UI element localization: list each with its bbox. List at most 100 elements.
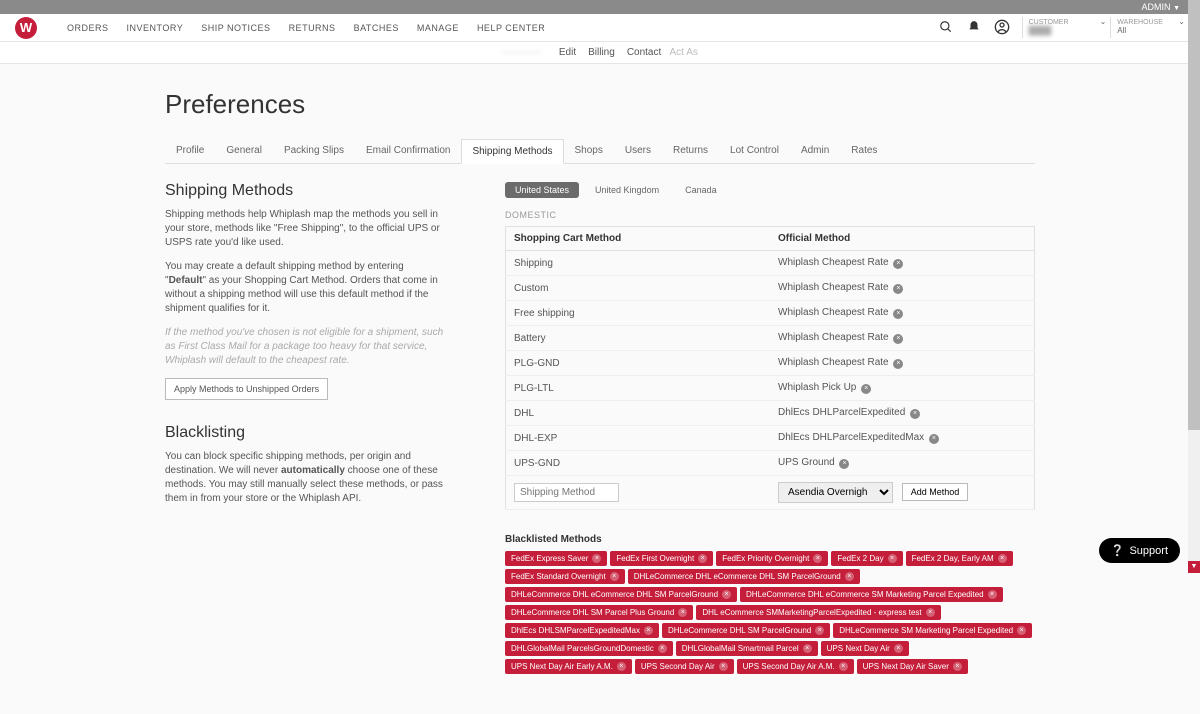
blacklist-tag: DHLGlobalMail ParcelsGroundDomestic×	[505, 641, 673, 656]
remove-tag-icon[interactable]: ×	[888, 554, 897, 563]
remove-tag-icon[interactable]: ×	[1017, 626, 1026, 635]
sub-billing[interactable]: Billing	[588, 47, 615, 58]
shipping-p2: You may create a default shipping method…	[165, 260, 445, 316]
tab-email-confirmation[interactable]: Email Confirmation	[355, 138, 461, 163]
cart-method-cell: Battery	[506, 326, 771, 351]
official-method-cell: Whiplash Cheapest Rate ×	[770, 351, 1035, 376]
remove-tag-icon[interactable]: ×	[698, 554, 707, 563]
blacklist-tag: FedEx 2 Day×	[831, 551, 902, 566]
remove-tag-icon[interactable]: ×	[592, 554, 601, 563]
remove-tag-icon[interactable]: ×	[845, 572, 854, 581]
admin-dropdown-icon[interactable]: ▼	[1173, 5, 1180, 12]
table-row: UPS-GNDUPS Ground ×	[506, 451, 1035, 476]
tab-rates[interactable]: Rates	[840, 138, 888, 163]
remove-method-icon[interactable]: ×	[839, 459, 849, 469]
nav-inventory[interactable]: INVENTORY	[127, 23, 184, 33]
remove-tag-icon[interactable]: ×	[610, 572, 619, 581]
cart-method-cell: DHL-EXP	[506, 426, 771, 451]
table-row: ShippingWhiplash Cheapest Rate ×	[506, 251, 1035, 276]
remove-tag-icon[interactable]: ×	[998, 554, 1007, 563]
account-icon[interactable]	[994, 19, 1010, 35]
remove-method-icon[interactable]: ×	[910, 409, 920, 419]
nav-returns[interactable]: RETURNS	[289, 23, 336, 33]
tab-general[interactable]: General	[215, 138, 273, 163]
remove-method-icon[interactable]: ×	[893, 284, 903, 294]
remove-tag-icon[interactable]: ×	[644, 626, 653, 635]
remove-tag-icon[interactable]: ×	[894, 644, 903, 653]
official-method-cell: Whiplash Cheapest Rate ×	[770, 251, 1035, 276]
context-name: ————	[502, 47, 542, 58]
nav-batches[interactable]: BATCHES	[354, 23, 399, 33]
remove-tag-icon[interactable]: ×	[803, 644, 812, 653]
remove-method-icon[interactable]: ×	[893, 334, 903, 344]
page-title: Preferences	[165, 89, 1035, 120]
tab-admin[interactable]: Admin	[790, 138, 840, 163]
remove-tag-icon[interactable]: ×	[678, 608, 687, 617]
remove-method-icon[interactable]: ×	[893, 359, 903, 369]
customer-selector[interactable]: CUSTOMER ████	[1022, 17, 1092, 37]
sub-header: ———— Edit Billing Contact Act As	[0, 42, 1200, 64]
support-button[interactable]: ❔ Support	[1099, 538, 1180, 563]
search-icon[interactable]	[938, 19, 954, 35]
nav-orders[interactable]: ORDERS	[67, 23, 109, 33]
blacklisted-methods-label: Blacklisted Methods	[505, 534, 1035, 545]
tab-profile[interactable]: Profile	[165, 138, 215, 163]
apply-methods-button[interactable]: Apply Methods to Unshipped Orders	[165, 378, 328, 400]
scrollbar[interactable]: ▲ ▼	[1188, 0, 1200, 573]
tab-lot-control[interactable]: Lot Control	[719, 138, 790, 163]
remove-tag-icon[interactable]: ×	[815, 626, 824, 635]
warehouse-value: All	[1117, 27, 1164, 36]
remove-tag-icon[interactable]: ×	[926, 608, 935, 617]
remove-method-icon[interactable]: ×	[893, 259, 903, 269]
blacklist-tag: UPS Second Day Air×	[635, 659, 734, 674]
sub-edit[interactable]: Edit	[559, 47, 576, 58]
methods-table: Shopping Cart Method Official Method Shi…	[505, 226, 1035, 510]
nav-manage[interactable]: MANAGE	[417, 23, 459, 33]
official-method-select[interactable]: Asendia Overnigh	[778, 482, 893, 503]
chevron-down-icon: ⌄	[1178, 17, 1185, 37]
col-cart: Shopping Cart Method	[506, 227, 771, 251]
tab-packing-slips[interactable]: Packing Slips	[273, 138, 355, 163]
remove-tag-icon[interactable]: ×	[617, 662, 626, 671]
support-label: Support	[1129, 545, 1168, 557]
logo-letter: W	[20, 20, 32, 35]
tab-shipping-methods[interactable]: Shipping Methods	[461, 139, 563, 164]
remove-tag-icon[interactable]: ×	[839, 662, 848, 671]
nav-ship-notices[interactable]: SHIP NOTICES	[201, 23, 270, 33]
cart-method-cell: UPS-GND	[506, 451, 771, 476]
remove-method-icon[interactable]: ×	[893, 309, 903, 319]
remove-tag-icon[interactable]: ×	[813, 554, 822, 563]
add-method-button[interactable]: Add Method	[902, 483, 969, 501]
scroll-down-icon[interactable]: ▼	[1188, 561, 1200, 573]
blacklist-tag: DhlEcs DHLSMParcelExpeditedMax×	[505, 623, 659, 638]
official-method-cell: Whiplash Cheapest Rate ×	[770, 276, 1035, 301]
table-row: PLG-GNDWhiplash Cheapest Rate ×	[506, 351, 1035, 376]
remove-method-icon[interactable]: ×	[861, 384, 871, 394]
nav-help-center[interactable]: HELP CENTER	[477, 23, 545, 33]
logo[interactable]: W	[15, 17, 37, 39]
support-icon: ❔	[1111, 544, 1125, 557]
scrollbar-thumb[interactable]	[1188, 0, 1200, 430]
blacklist-tag: FedEx Express Saver×	[505, 551, 607, 566]
tab-users[interactable]: Users	[614, 138, 662, 163]
remove-tag-icon[interactable]: ×	[719, 662, 728, 671]
shipping-method-input[interactable]	[514, 483, 619, 502]
remove-tag-icon[interactable]: ×	[988, 590, 997, 599]
blacklist-tag: DHLeCommerce DHL SM ParcelGround×	[662, 623, 830, 638]
official-method-cell: Whiplash Cheapest Rate ×	[770, 301, 1035, 326]
notifications-icon[interactable]	[966, 19, 982, 35]
remove-tag-icon[interactable]: ×	[953, 662, 962, 671]
act-as-link[interactable]: Act As	[670, 47, 698, 58]
sub-contact[interactable]: Contact	[627, 47, 661, 58]
official-method-cell: Whiplash Pick Up ×	[770, 376, 1035, 401]
remove-method-icon[interactable]: ×	[929, 434, 939, 444]
remove-tag-icon[interactable]: ×	[658, 644, 667, 653]
region-united-kingdom[interactable]: United Kingdom	[585, 182, 669, 198]
warehouse-selector[interactable]: WAREHOUSE All	[1110, 17, 1170, 37]
tab-shops[interactable]: Shops	[564, 138, 614, 163]
region-united-states[interactable]: United States	[505, 182, 579, 198]
tab-returns[interactable]: Returns	[662, 138, 719, 163]
blacklist-tag: FedEx Standard Overnight×	[505, 569, 625, 584]
remove-tag-icon[interactable]: ×	[722, 590, 731, 599]
region-canada[interactable]: Canada	[675, 182, 727, 198]
